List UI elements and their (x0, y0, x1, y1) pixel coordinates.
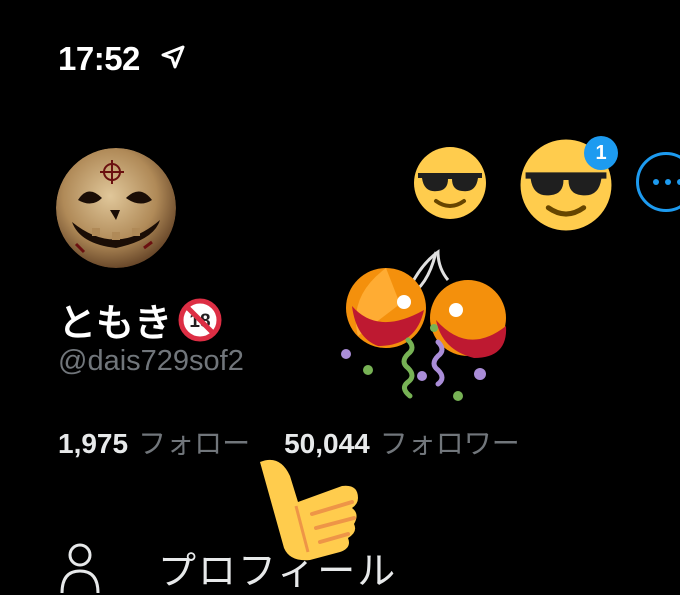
location-arrow-icon (161, 45, 185, 69)
status-time: 17:52 (58, 40, 140, 77)
handle: @dais729sof2 (58, 345, 244, 377)
no-one-under-eighteen-icon: 18 (178, 298, 222, 341)
sunglasses-emoji (412, 145, 488, 221)
profile-label: プロフィール (158, 551, 398, 593)
following-count: 1,975 (58, 428, 129, 459)
person-icon (60, 543, 100, 593)
following-link[interactable]: 1,975 フォロー (58, 422, 250, 462)
more-dots-icon (653, 179, 659, 185)
menu-item-profile[interactable]: プロフィール (58, 540, 397, 595)
avatar[interactable] (56, 148, 176, 268)
display-name: ともき 18 (58, 292, 222, 347)
more-options-button[interactable] (636, 152, 680, 212)
followers-label: フォロワー (379, 428, 520, 459)
party-popper-emoji (338, 246, 518, 408)
pumpkin-avatar-icon (56, 148, 176, 268)
following-label: フォロー (138, 428, 251, 459)
display-name-text: ともき (58, 303, 173, 345)
notification-badge: 1 (584, 136, 618, 170)
